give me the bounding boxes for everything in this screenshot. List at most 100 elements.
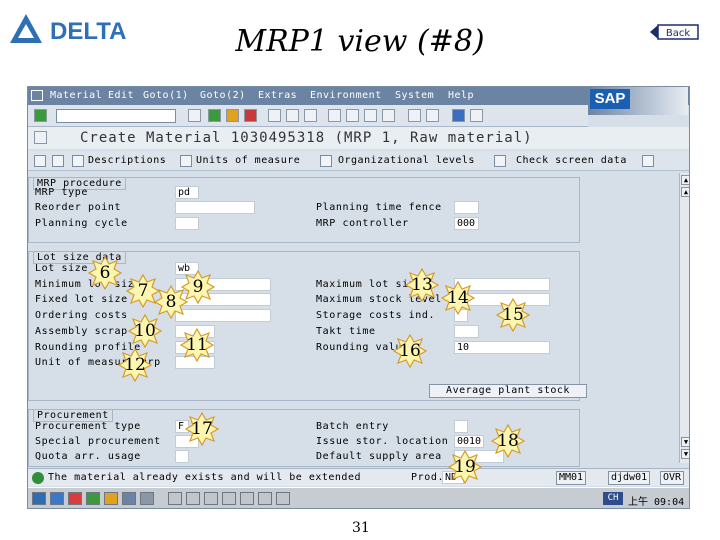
menu-goto1[interactable]: Goto(1) xyxy=(143,90,189,101)
menu-help[interactable]: Help xyxy=(448,90,474,101)
taskbar-app-icon[interactable] xyxy=(222,492,236,505)
prev-page-icon[interactable] xyxy=(346,109,359,122)
taskbar-app-icon[interactable] xyxy=(140,492,154,505)
sap-logo: SAP xyxy=(588,87,688,115)
taskbar-app-icon[interactable] xyxy=(86,492,100,505)
fixed-lot-label: Fixed lot size xyxy=(35,294,128,305)
exit-icon[interactable] xyxy=(226,109,239,122)
taskbar-app-icon[interactable] xyxy=(104,492,118,505)
window-icon[interactable] xyxy=(31,90,43,101)
taskbar-app-icon[interactable] xyxy=(276,492,290,505)
taskbar-app-icon[interactable] xyxy=(258,492,272,505)
reorder-point-label: Reorder point xyxy=(35,202,122,213)
scroll-up2-arrow[interactable]: ▲ xyxy=(681,187,689,197)
average-plant-stock-button[interactable]: Average plant stock xyxy=(429,384,587,398)
back-label: Back xyxy=(666,28,690,39)
mrp-controller-field[interactable]: 000 xyxy=(454,217,479,230)
taskbar-app-icon[interactable] xyxy=(122,492,136,505)
start-icon[interactable] xyxy=(32,492,46,505)
reorder-point-field[interactable] xyxy=(175,201,255,214)
ime-indicator[interactable]: CH xyxy=(603,492,623,505)
taskbar-app-icon[interactable] xyxy=(240,492,254,505)
session-cell: MM01 xyxy=(556,471,587,485)
menu-material[interactable]: Material xyxy=(50,90,102,101)
quota-usage-field[interactable] xyxy=(175,450,189,463)
find-icon[interactable] xyxy=(286,109,299,122)
check-icon[interactable] xyxy=(494,155,506,167)
shortcut-icon[interactable] xyxy=(426,109,439,122)
issue-location-field[interactable]: 0010 xyxy=(454,435,484,448)
mrp-type-field[interactable]: pd xyxy=(175,186,199,199)
layout-icon[interactable] xyxy=(470,109,483,122)
taskbar-app-icon[interactable] xyxy=(204,492,218,505)
storage-costs-label: Storage costs ind. xyxy=(316,310,436,321)
back-button[interactable]: Back xyxy=(650,24,702,40)
next-page-icon[interactable] xyxy=(364,109,377,122)
planning-fence-field[interactable] xyxy=(454,201,479,214)
org-levels-button[interactable]: Organizational levels xyxy=(338,155,475,166)
help-icon[interactable] xyxy=(452,109,465,122)
mrp-procedure-group: MRP procedure MRP type pd Reorder point … xyxy=(28,177,580,243)
units-icon[interactable] xyxy=(180,155,192,167)
first-page-icon[interactable] xyxy=(328,109,341,122)
command-field[interactable] xyxy=(56,109,176,123)
menu-environment[interactable]: Environment xyxy=(310,90,382,101)
menu-edit[interactable]: Edit xyxy=(108,90,134,101)
ordering-costs-field[interactable] xyxy=(175,309,271,322)
slide-title: MRP1 view (#8) xyxy=(235,24,485,59)
callout-12: 12 xyxy=(117,347,153,383)
taskbar-app-icon[interactable] xyxy=(168,492,182,505)
taskbar-app-icon[interactable] xyxy=(186,492,200,505)
units-button[interactable]: Units of measure xyxy=(196,155,300,166)
lot-size-label: Lot size xyxy=(35,263,88,274)
mode-cell: OVR xyxy=(660,471,685,485)
org-levels-icon[interactable] xyxy=(320,155,332,167)
planning-cycle-label: Planning cycle xyxy=(35,218,128,229)
success-icon xyxy=(32,472,44,484)
cancel-icon[interactable] xyxy=(244,109,257,122)
additional-data-icon[interactable] xyxy=(34,155,46,167)
callout-15: 15 xyxy=(495,297,531,333)
taskbar-app-icon[interactable] xyxy=(50,492,64,505)
scroll-up-arrow[interactable]: ▲ xyxy=(681,175,689,185)
callout-6: 6 xyxy=(87,255,123,291)
application-toolbar: Descriptions Units of measure Organizati… xyxy=(28,151,689,171)
last-page-icon[interactable] xyxy=(382,109,395,122)
assembly-scrap-label: Assembly scrap xyxy=(35,326,128,337)
rounding-value-field[interactable]: 10 xyxy=(454,341,550,354)
callout-number: 12 xyxy=(124,355,146,375)
callout-19: 19 xyxy=(447,449,483,485)
callout-11: 11 xyxy=(179,327,215,363)
default-supply-label: Default supply area xyxy=(316,451,442,462)
callout-14: 14 xyxy=(440,280,476,316)
find-next-icon[interactable] xyxy=(304,109,317,122)
check-screen-button[interactable]: Check screen data xyxy=(516,155,627,166)
batch-entry-label: Batch entry xyxy=(316,421,389,432)
new-session-icon[interactable] xyxy=(408,109,421,122)
client-cell: djdw01 xyxy=(608,471,651,485)
vertical-scrollbar[interactable]: ▲ ▲ ▼ ▼ xyxy=(679,173,689,463)
callout-9: 9 xyxy=(180,269,216,305)
enter-icon[interactable] xyxy=(34,109,47,122)
taskbar-app-icon[interactable] xyxy=(68,492,82,505)
callout-16: 16 xyxy=(392,333,428,369)
save-icon[interactable] xyxy=(188,109,201,122)
menu-goto2[interactable]: Goto(2) xyxy=(200,90,246,101)
menu-extras[interactable]: Extras xyxy=(258,90,297,101)
descriptions-button[interactable]: Descriptions xyxy=(88,155,166,166)
callout-17: 17 xyxy=(184,411,220,447)
scroll-down-arrow[interactable]: ▼ xyxy=(681,449,689,459)
batch-entry-field[interactable] xyxy=(454,420,468,433)
back-icon[interactable] xyxy=(208,109,221,122)
planning-cycle-field[interactable] xyxy=(175,217,199,230)
other-icon[interactable] xyxy=(642,155,654,167)
menu-system[interactable]: System xyxy=(395,90,434,101)
scroll-down2-arrow[interactable]: ▼ xyxy=(681,437,689,447)
descriptions-icon[interactable] xyxy=(72,155,84,167)
print-icon[interactable] xyxy=(268,109,281,122)
takt-time-field[interactable] xyxy=(454,325,479,338)
callout-number: 18 xyxy=(497,431,519,451)
callout-number: 10 xyxy=(134,321,156,341)
org-icon[interactable] xyxy=(52,155,64,167)
taskbar-clock: 上午 09:04 xyxy=(628,497,685,508)
